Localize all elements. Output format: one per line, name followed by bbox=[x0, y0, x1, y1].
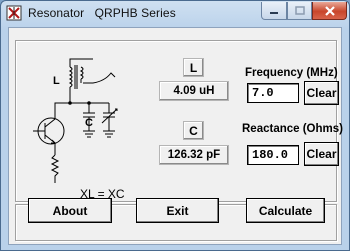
title-bar[interactable]: Resonator QRPHB Series bbox=[1, 1, 349, 26]
resonator-schematic: L C bbox=[33, 58, 118, 183]
calculate-button[interactable]: Calculate bbox=[246, 198, 325, 223]
frequency-input[interactable]: 7.0 bbox=[247, 83, 299, 103]
maximize-button[interactable] bbox=[287, 2, 312, 20]
exit-button[interactable]: Exit bbox=[136, 198, 219, 223]
inductance-label: L bbox=[183, 58, 204, 77]
reactance-input[interactable]: 180.0 bbox=[247, 145, 299, 165]
capacitance-value: 126.32 pF bbox=[159, 145, 229, 165]
clear-frequency-button[interactable]: Clear bbox=[304, 81, 339, 105]
minimize-button[interactable] bbox=[261, 2, 287, 20]
input-output-panel: L C XL = XC L 4.09 uH C 126.32 pF Freque… bbox=[15, 40, 343, 202]
inductance-value: 4.09 uH bbox=[159, 81, 229, 101]
frequency-label: Frequency (MHz) bbox=[245, 67, 338, 79]
schematic-capacitor-label: C bbox=[85, 117, 93, 129]
window-title: Resonator QRPHB Series bbox=[28, 6, 176, 20]
clear-reactance-button[interactable]: Clear bbox=[304, 142, 339, 166]
capacitance-label: C bbox=[183, 121, 204, 140]
close-button[interactable] bbox=[312, 2, 347, 20]
minimize-icon bbox=[270, 11, 278, 14]
maximize-icon bbox=[294, 6, 305, 15]
reactance-label: Reactance (Ohms) bbox=[242, 123, 343, 135]
schematic-inductor-label: L bbox=[53, 75, 60, 87]
app-window: Resonator QRPHB Series L C XL = XC L 4.0… bbox=[0, 0, 350, 251]
dialog-client-area: L C XL = XC L 4.09 uH C 126.32 pF Freque… bbox=[8, 27, 343, 245]
close-icon bbox=[324, 5, 335, 16]
about-button[interactable]: About bbox=[28, 198, 112, 223]
resonator-app-icon bbox=[6, 5, 22, 21]
